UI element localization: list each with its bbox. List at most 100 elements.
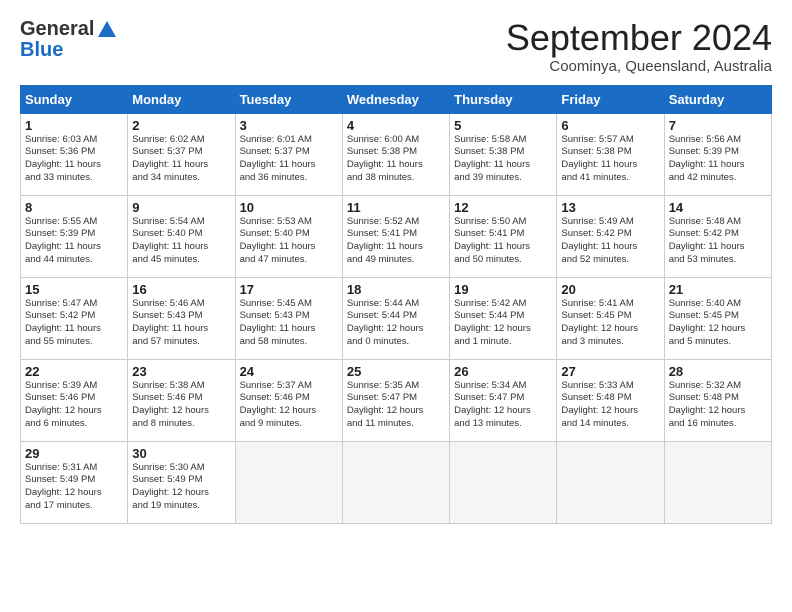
table-row: 15Sunrise: 5:47 AM Sunset: 5:42 PM Dayli… [21, 277, 128, 359]
day-info: Sunrise: 5:34 AM Sunset: 5:47 PM Dayligh… [454, 380, 552, 431]
table-row: 19Sunrise: 5:42 AM Sunset: 5:44 PM Dayli… [450, 277, 557, 359]
calendar-week-row: 15Sunrise: 5:47 AM Sunset: 5:42 PM Dayli… [21, 277, 772, 359]
day-number: 3 [240, 118, 338, 133]
col-sunday: Sunday [21, 85, 128, 113]
table-row: 30Sunrise: 5:30 AM Sunset: 5:49 PM Dayli… [128, 441, 235, 523]
logo-icon [96, 19, 118, 41]
day-number: 8 [25, 200, 123, 215]
day-info: Sunrise: 6:01 AM Sunset: 5:37 PM Dayligh… [240, 134, 338, 185]
day-number: 27 [561, 364, 659, 379]
day-number: 6 [561, 118, 659, 133]
calendar-week-row: 29Sunrise: 5:31 AM Sunset: 5:49 PM Dayli… [21, 441, 772, 523]
table-row: 17Sunrise: 5:45 AM Sunset: 5:43 PM Dayli… [235, 277, 342, 359]
day-number: 18 [347, 282, 445, 297]
day-number: 11 [347, 200, 445, 215]
table-row: 18Sunrise: 5:44 AM Sunset: 5:44 PM Dayli… [342, 277, 449, 359]
logo-blue-text: Blue [20, 39, 63, 62]
table-row [664, 441, 771, 523]
table-row: 8Sunrise: 5:55 AM Sunset: 5:39 PM Daylig… [21, 195, 128, 277]
day-number: 7 [669, 118, 767, 133]
day-number: 10 [240, 200, 338, 215]
table-row: 2Sunrise: 6:02 AM Sunset: 5:37 PM Daylig… [128, 113, 235, 195]
table-row: 13Sunrise: 5:49 AM Sunset: 5:42 PM Dayli… [557, 195, 664, 277]
day-info: Sunrise: 5:56 AM Sunset: 5:39 PM Dayligh… [669, 134, 767, 185]
day-info: Sunrise: 5:37 AM Sunset: 5:46 PM Dayligh… [240, 380, 338, 431]
calendar-header-row: Sunday Monday Tuesday Wednesday Thursday… [21, 85, 772, 113]
page: General Blue September 2024 Coominya, Qu… [0, 0, 792, 612]
day-number: 9 [132, 200, 230, 215]
day-info: Sunrise: 5:39 AM Sunset: 5:46 PM Dayligh… [25, 380, 123, 431]
calendar-week-row: 1Sunrise: 6:03 AM Sunset: 5:36 PM Daylig… [21, 113, 772, 195]
day-info: Sunrise: 5:40 AM Sunset: 5:45 PM Dayligh… [669, 298, 767, 349]
day-info: Sunrise: 5:38 AM Sunset: 5:46 PM Dayligh… [132, 380, 230, 431]
day-info: Sunrise: 5:31 AM Sunset: 5:49 PM Dayligh… [25, 462, 123, 513]
table-row: 20Sunrise: 5:41 AM Sunset: 5:45 PM Dayli… [557, 277, 664, 359]
location: Coominya, Queensland, Australia [506, 58, 772, 75]
title-block: September 2024 Coominya, Queensland, Aus… [506, 18, 772, 75]
table-row: 24Sunrise: 5:37 AM Sunset: 5:46 PM Dayli… [235, 359, 342, 441]
day-info: Sunrise: 5:52 AM Sunset: 5:41 PM Dayligh… [347, 216, 445, 267]
table-row [557, 441, 664, 523]
calendar-week-row: 22Sunrise: 5:39 AM Sunset: 5:46 PM Dayli… [21, 359, 772, 441]
day-number: 17 [240, 282, 338, 297]
table-row: 10Sunrise: 5:53 AM Sunset: 5:40 PM Dayli… [235, 195, 342, 277]
day-number: 22 [25, 364, 123, 379]
day-info: Sunrise: 5:48 AM Sunset: 5:42 PM Dayligh… [669, 216, 767, 267]
day-number: 5 [454, 118, 552, 133]
table-row: 12Sunrise: 5:50 AM Sunset: 5:41 PM Dayli… [450, 195, 557, 277]
table-row: 6Sunrise: 5:57 AM Sunset: 5:38 PM Daylig… [557, 113, 664, 195]
day-info: Sunrise: 5:55 AM Sunset: 5:39 PM Dayligh… [25, 216, 123, 267]
col-friday: Friday [557, 85, 664, 113]
table-row: 23Sunrise: 5:38 AM Sunset: 5:46 PM Dayli… [128, 359, 235, 441]
day-number: 13 [561, 200, 659, 215]
day-number: 19 [454, 282, 552, 297]
day-number: 30 [132, 446, 230, 461]
day-number: 16 [132, 282, 230, 297]
day-info: Sunrise: 5:53 AM Sunset: 5:40 PM Dayligh… [240, 216, 338, 267]
table-row: 1Sunrise: 6:03 AM Sunset: 5:36 PM Daylig… [21, 113, 128, 195]
logo-general-text: General [20, 18, 94, 41]
table-row: 7Sunrise: 5:56 AM Sunset: 5:39 PM Daylig… [664, 113, 771, 195]
header: General Blue September 2024 Coominya, Qu… [20, 18, 772, 75]
col-thursday: Thursday [450, 85, 557, 113]
day-number: 28 [669, 364, 767, 379]
day-info: Sunrise: 5:50 AM Sunset: 5:41 PM Dayligh… [454, 216, 552, 267]
col-monday: Monday [128, 85, 235, 113]
day-info: Sunrise: 5:46 AM Sunset: 5:43 PM Dayligh… [132, 298, 230, 349]
day-number: 4 [347, 118, 445, 133]
col-tuesday: Tuesday [235, 85, 342, 113]
day-info: Sunrise: 5:54 AM Sunset: 5:40 PM Dayligh… [132, 216, 230, 267]
day-number: 15 [25, 282, 123, 297]
table-row: 21Sunrise: 5:40 AM Sunset: 5:45 PM Dayli… [664, 277, 771, 359]
day-info: Sunrise: 5:57 AM Sunset: 5:38 PM Dayligh… [561, 134, 659, 185]
table-row [235, 441, 342, 523]
day-info: Sunrise: 5:58 AM Sunset: 5:38 PM Dayligh… [454, 134, 552, 185]
table-row: 28Sunrise: 5:32 AM Sunset: 5:48 PM Dayli… [664, 359, 771, 441]
col-wednesday: Wednesday [342, 85, 449, 113]
day-info: Sunrise: 5:47 AM Sunset: 5:42 PM Dayligh… [25, 298, 123, 349]
day-info: Sunrise: 6:00 AM Sunset: 5:38 PM Dayligh… [347, 134, 445, 185]
day-info: Sunrise: 5:42 AM Sunset: 5:44 PM Dayligh… [454, 298, 552, 349]
day-number: 12 [454, 200, 552, 215]
day-info: Sunrise: 5:45 AM Sunset: 5:43 PM Dayligh… [240, 298, 338, 349]
day-number: 2 [132, 118, 230, 133]
day-info: Sunrise: 5:30 AM Sunset: 5:49 PM Dayligh… [132, 462, 230, 513]
calendar-table: Sunday Monday Tuesday Wednesday Thursday… [20, 85, 772, 524]
day-number: 20 [561, 282, 659, 297]
table-row: 27Sunrise: 5:33 AM Sunset: 5:48 PM Dayli… [557, 359, 664, 441]
day-info: Sunrise: 6:02 AM Sunset: 5:37 PM Dayligh… [132, 134, 230, 185]
month-title: September 2024 [506, 18, 772, 58]
day-number: 26 [454, 364, 552, 379]
table-row: 4Sunrise: 6:00 AM Sunset: 5:38 PM Daylig… [342, 113, 449, 195]
logo: General Blue [20, 18, 118, 62]
day-number: 14 [669, 200, 767, 215]
day-info: Sunrise: 5:41 AM Sunset: 5:45 PM Dayligh… [561, 298, 659, 349]
day-info: Sunrise: 5:44 AM Sunset: 5:44 PM Dayligh… [347, 298, 445, 349]
day-info: Sunrise: 5:33 AM Sunset: 5:48 PM Dayligh… [561, 380, 659, 431]
day-info: Sunrise: 5:32 AM Sunset: 5:48 PM Dayligh… [669, 380, 767, 431]
day-info: Sunrise: 6:03 AM Sunset: 5:36 PM Dayligh… [25, 134, 123, 185]
day-info: Sunrise: 5:49 AM Sunset: 5:42 PM Dayligh… [561, 216, 659, 267]
table-row: 14Sunrise: 5:48 AM Sunset: 5:42 PM Dayli… [664, 195, 771, 277]
table-row: 3Sunrise: 6:01 AM Sunset: 5:37 PM Daylig… [235, 113, 342, 195]
table-row: 26Sunrise: 5:34 AM Sunset: 5:47 PM Dayli… [450, 359, 557, 441]
